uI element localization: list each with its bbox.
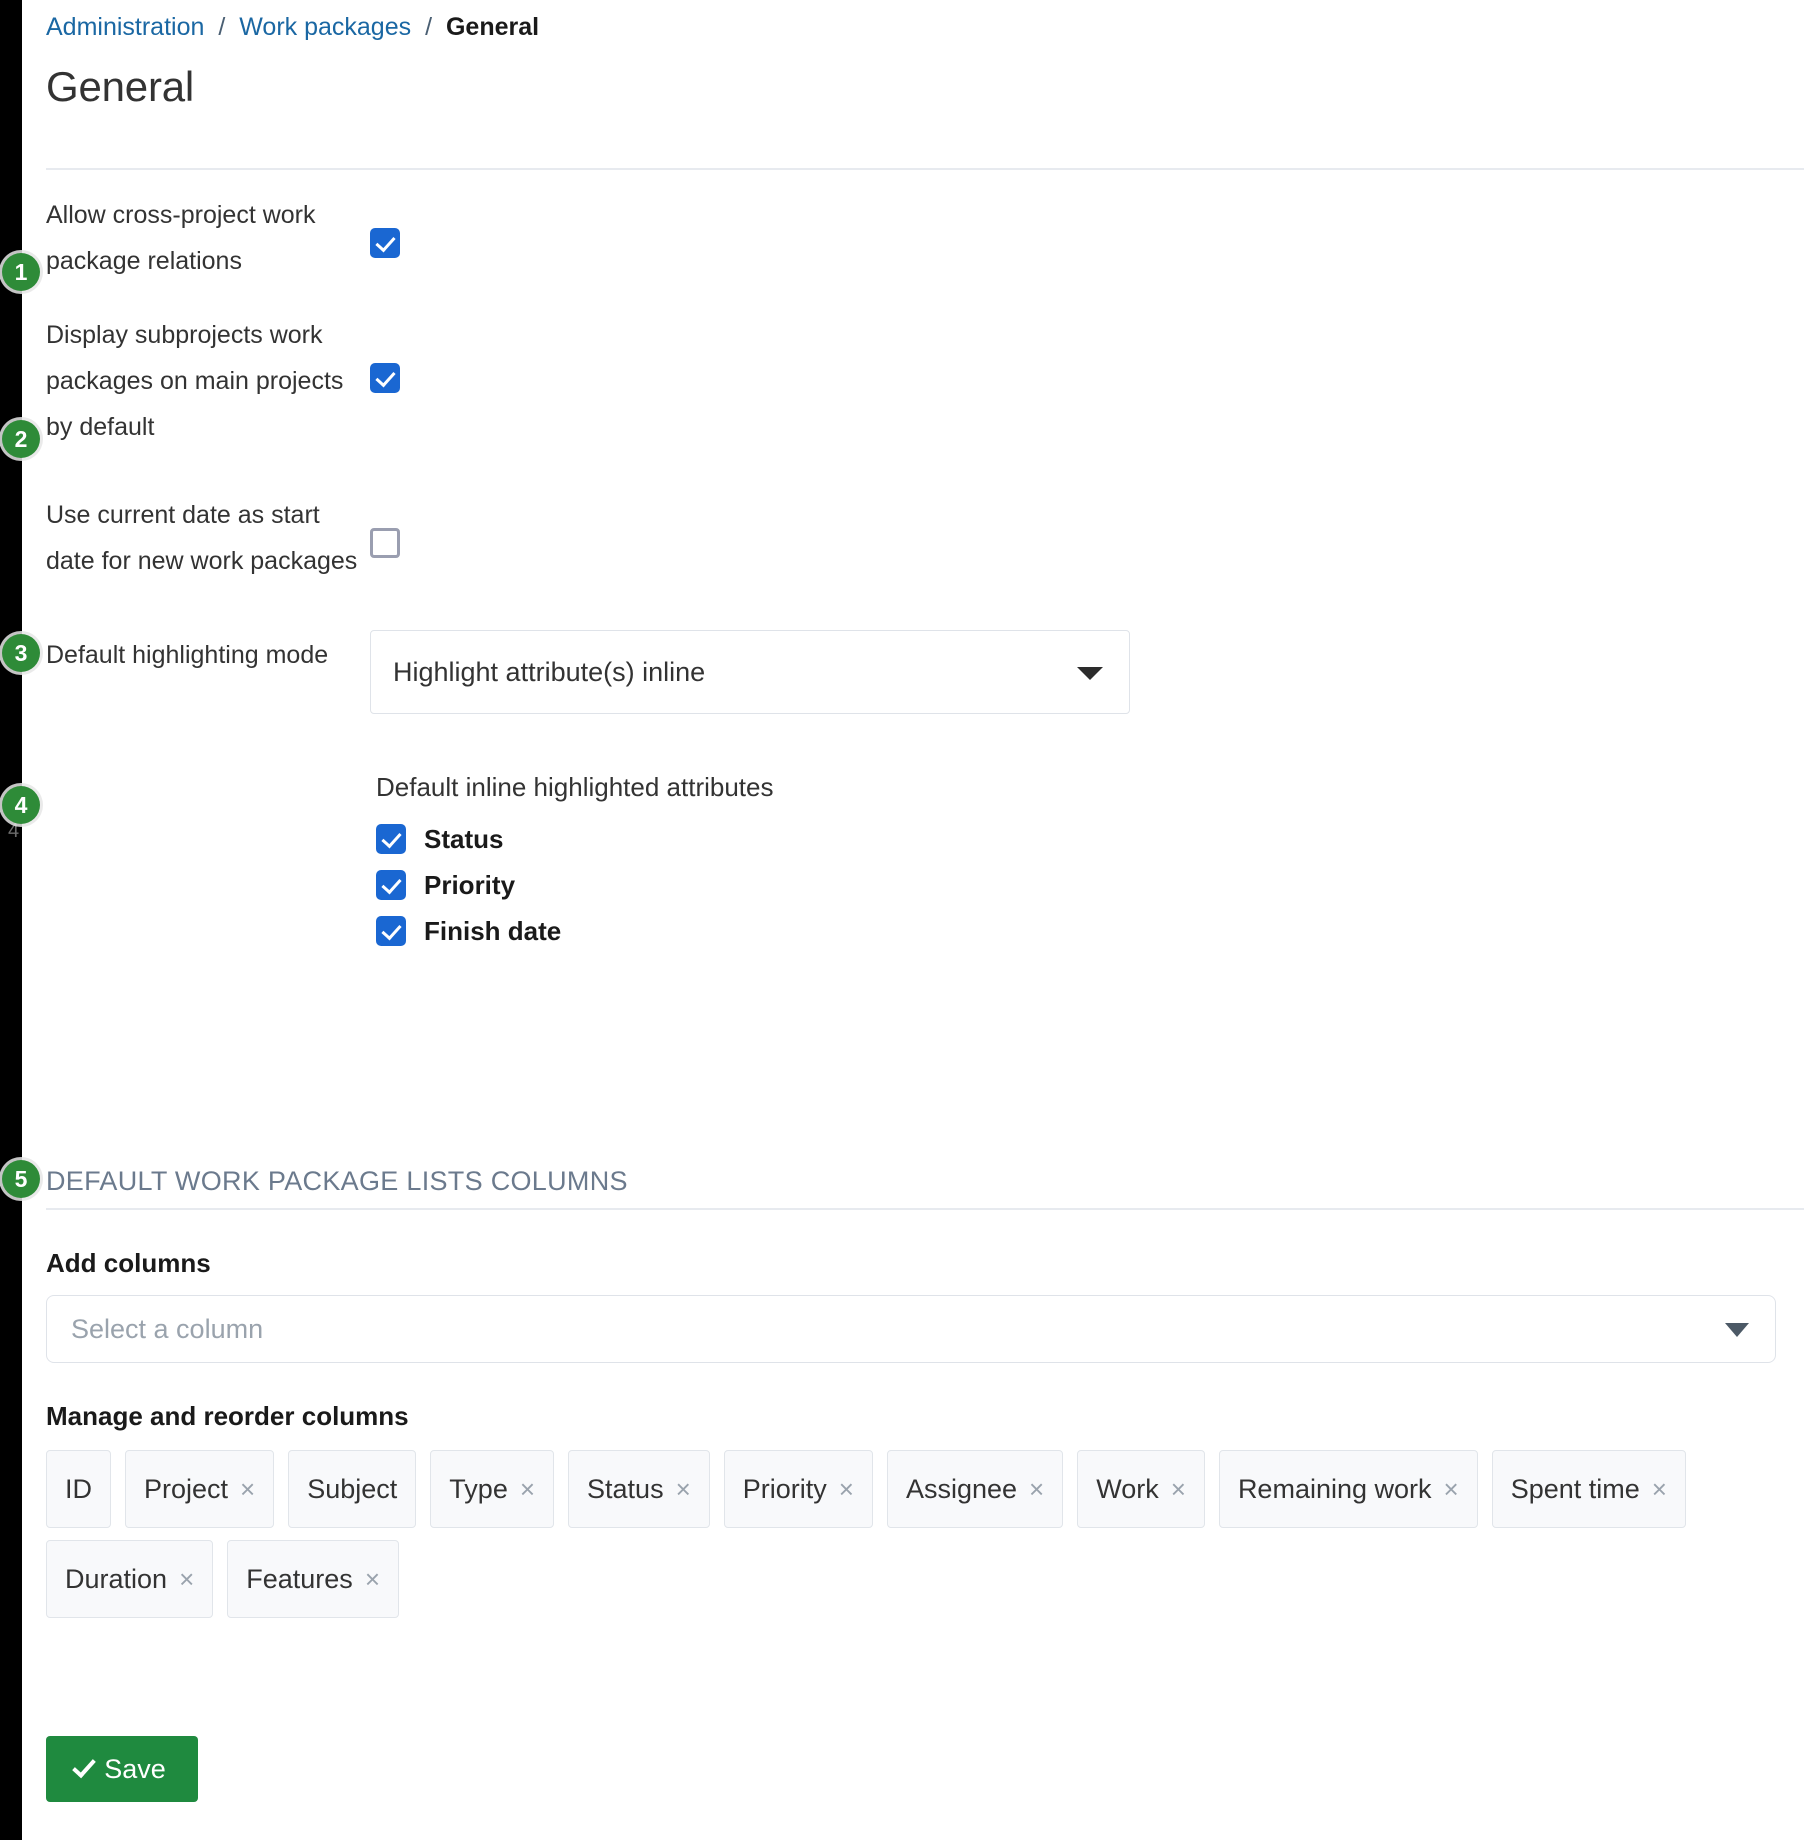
inline-attribute-status[interactable]: Status <box>376 816 1804 862</box>
checkbox-inline-attribute-status[interactable] <box>376 824 406 854</box>
column-chip-type[interactable]: Type × <box>430 1450 554 1528</box>
column-chip-label: Project <box>144 1474 228 1505</box>
remove-column-icon[interactable]: × <box>1444 1476 1459 1502</box>
column-chip-assignee[interactable]: Assignee × <box>887 1450 1063 1528</box>
section-title-default-columns: DEFAULT WORK PACKAGE LISTS COLUMNS <box>46 1162 1804 1200</box>
column-chip-label: Work <box>1096 1474 1159 1505</box>
annotation-badge-3: 3 <box>2 634 40 672</box>
setting-field-cross-project-relations <box>366 190 1804 258</box>
inline-highlight-row: Default inline highlighted attributes St… <box>46 730 1804 954</box>
annotation-badge-5: 5 <box>2 1160 40 1198</box>
column-chip-label: Type <box>449 1474 508 1505</box>
breadcrumb-current-general: General <box>446 13 539 41</box>
setting-label-cross-project-relations: Allow cross-project work package relatio… <box>46 190 366 284</box>
column-chip-label: ID <box>65 1474 92 1505</box>
setting-label-default-highlighting-mode: Default highlighting mode <box>46 630 366 678</box>
breadcrumb-separator: / <box>218 13 225 41</box>
annotation-badge-1: 1 <box>2 253 40 291</box>
remove-column-icon[interactable]: × <box>240 1476 255 1502</box>
column-chip-label: Status <box>587 1474 664 1505</box>
checkbox-display-subprojects[interactable] <box>370 363 400 393</box>
column-chip-spent-time[interactable]: Spent time × <box>1492 1450 1686 1528</box>
column-chip-features[interactable]: Features × <box>227 1540 399 1618</box>
column-chip-label: Duration <box>65 1564 167 1595</box>
setting-row-current-date-start: Use current date as start date for new w… <box>46 490 1804 630</box>
default-work-package-lists-columns-section: DEFAULT WORK PACKAGE LISTS COLUMNS Add c… <box>46 1162 1804 1618</box>
column-chip-label: Spent time <box>1511 1474 1640 1505</box>
setting-field-default-highlighting-mode: Highlight attribute(s) inline <box>366 630 1804 714</box>
remove-column-icon[interactable]: × <box>520 1476 535 1502</box>
column-chip-label: Features <box>246 1564 353 1595</box>
column-chip-remaining-work[interactable]: Remaining work × <box>1219 1450 1478 1528</box>
column-chip-status[interactable]: Status × <box>568 1450 710 1528</box>
checkbox-use-current-date-as-start-date[interactable] <box>370 528 400 558</box>
setting-row-cross-project-relations: Allow cross-project work package relatio… <box>46 190 1804 310</box>
inline-attributes-title: Default inline highlighted attributes <box>376 770 1804 804</box>
inline-attribute-finish-date[interactable]: Finish date <box>376 908 1804 954</box>
column-chip-project[interactable]: Project × <box>125 1450 274 1528</box>
remove-column-icon[interactable]: × <box>1029 1476 1044 1502</box>
save-button-label: Save <box>104 1754 166 1785</box>
breadcrumb-separator: / <box>425 13 432 41</box>
general-settings-form: Allow cross-project work package relatio… <box>46 190 1804 954</box>
setting-field-current-date-start <box>366 490 1804 558</box>
column-chip-work[interactable]: Work × <box>1077 1450 1205 1528</box>
title-divider <box>46 168 1804 170</box>
remove-column-icon[interactable]: × <box>1652 1476 1667 1502</box>
column-chip-duration[interactable]: Duration × <box>46 1540 213 1618</box>
column-chip-label: Assignee <box>906 1474 1017 1505</box>
breadcrumb-link-work-packages[interactable]: Work packages <box>239 13 411 41</box>
select-value-highlighting-mode: Highlight attribute(s) inline <box>393 657 705 688</box>
save-button[interactable]: Save <box>46 1736 198 1802</box>
column-chip-label: Remaining work <box>1238 1474 1432 1505</box>
inline-highlight-field: Default inline highlighted attributes St… <box>366 730 1804 954</box>
select-default-highlighting-mode[interactable]: Highlight attribute(s) inline <box>370 630 1130 714</box>
remove-column-icon[interactable]: × <box>676 1476 691 1502</box>
chevron-down-icon <box>1077 667 1103 680</box>
column-chip-priority[interactable]: Priority × <box>724 1450 873 1528</box>
inline-attribute-priority[interactable]: Priority <box>376 862 1804 908</box>
column-chip-label: Subject <box>307 1474 397 1505</box>
remove-column-icon[interactable]: × <box>365 1566 380 1592</box>
chevron-down-icon <box>1725 1323 1749 1337</box>
section-divider <box>46 1208 1804 1210</box>
select-add-column[interactable]: Select a column <box>46 1295 1776 1363</box>
inline-attribute-label-priority: Priority <box>424 870 515 901</box>
breadcrumb-link-administration[interactable]: Administration <box>46 13 204 41</box>
annotation-badge-4: 4 <box>2 786 40 824</box>
column-chip-id[interactable]: ID <box>46 1450 111 1528</box>
remove-column-icon[interactable]: × <box>1171 1476 1186 1502</box>
add-columns-label: Add columns <box>46 1248 1804 1279</box>
column-chip-subject[interactable]: Subject <box>288 1450 416 1528</box>
inline-highlight-spacer <box>46 730 366 732</box>
setting-field-display-subprojects <box>366 310 1804 393</box>
page-content: Administration / Work packages / General… <box>46 0 1804 1840</box>
setting-label-display-subprojects: Display subprojects work packages on mai… <box>46 310 366 450</box>
breadcrumb: Administration / Work packages / General <box>46 0 1804 42</box>
column-chip-label: Priority <box>743 1474 827 1505</box>
inline-attribute-label-finish-date: Finish date <box>424 916 561 947</box>
checkbox-inline-attribute-priority[interactable] <box>376 870 406 900</box>
remove-column-icon[interactable]: × <box>839 1476 854 1502</box>
admin-work-packages-general-page: Administration / Work packages / General… <box>0 0 1804 1840</box>
checkbox-allow-cross-project-relations[interactable] <box>370 228 400 258</box>
column-chips-list: ID Project × Subject Type × Status × <box>46 1450 1726 1618</box>
page-title: General <box>46 62 1804 112</box>
setting-row-default-highlighting-mode: Default highlighting mode Highlight attr… <box>46 630 1804 730</box>
manage-reorder-columns-label: Manage and reorder columns <box>46 1401 1804 1432</box>
remove-column-icon[interactable]: × <box>179 1566 194 1592</box>
checkbox-inline-attribute-finish-date[interactable] <box>376 916 406 946</box>
annotation-badge-2: 2 <box>2 420 40 458</box>
check-icon <box>72 1754 96 1778</box>
inline-attribute-label-status: Status <box>424 824 503 855</box>
setting-label-current-date-start: Use current date as start date for new w… <box>46 490 366 584</box>
inline-highlighted-attributes: Default inline highlighted attributes St… <box>370 770 1804 954</box>
setting-row-display-subprojects: Display subprojects work packages on mai… <box>46 310 1804 490</box>
select-placeholder-add-column: Select a column <box>71 1314 263 1345</box>
